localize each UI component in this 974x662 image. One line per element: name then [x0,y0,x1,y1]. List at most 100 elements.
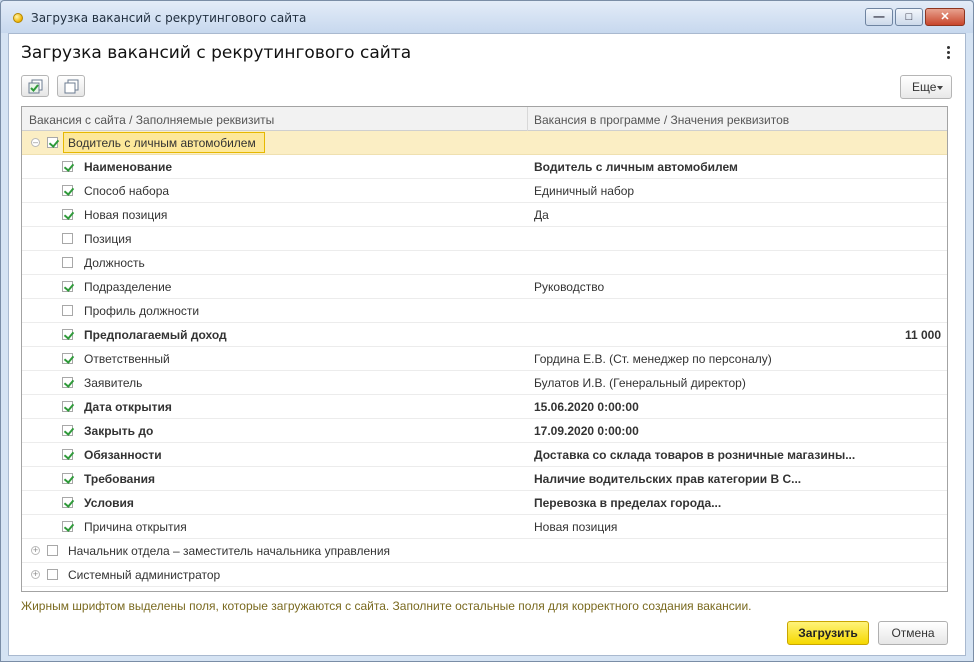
row-checkbox[interactable] [62,209,73,220]
load-button[interactable]: Загрузить [787,621,869,645]
more-actions-icon[interactable] [947,46,951,61]
row-value[interactable]: Новая позиция [534,520,617,534]
group-checkbox[interactable] [47,569,58,580]
row-label: Профиль должности [84,304,200,318]
row-label: Закрыть до [84,424,154,438]
row-value[interactable]: Доставка со склада товаров в розничные м… [534,448,855,462]
table-row[interactable]: Причина открытия Новая позиция [22,515,947,539]
table-row[interactable]: Требования Наличие водительских прав кате… [22,467,947,491]
check-all-icon [28,79,43,94]
uncheck-all-icon [64,79,79,94]
title-bar[interactable]: Загрузка вакансий с рекрутингового сайта… [1,1,973,33]
more-button-label: Еще [912,80,937,94]
chevron-down-icon [937,86,943,90]
row-value[interactable]: 17.09.2020 0:00:00 [534,424,639,438]
table-row[interactable]: Наименование Водитель с личным автомобиле… [22,155,947,179]
table-row[interactable]: Позиция [22,227,947,251]
row-value[interactable]: Руководство [534,280,604,294]
row-checkbox[interactable] [62,497,73,508]
table-row[interactable]: Способ набора Единичный набор [22,179,947,203]
table-row[interactable]: Предполагаемый доход 11 000 [22,323,947,347]
table-row-group-head[interactable]: + Начальник отдела – заместитель начальн… [22,539,947,563]
close-button[interactable]: ✕ [925,8,965,26]
row-checkbox[interactable] [62,161,73,172]
row-value[interactable]: Водитель с личным автомобилем [534,160,738,174]
row-checkbox[interactable] [62,449,73,460]
group-label: Системный администратор [68,568,221,582]
row-checkbox[interactable] [62,353,73,364]
row-value[interactable]: Наличие водительских прав категории В С.… [534,472,801,486]
table-row[interactable]: Ответственный Гордина Е.В. (Ст. менеджер … [22,347,947,371]
page-title: Загрузка вакансий с рекрутингового сайта [21,43,412,63]
group-checkbox[interactable] [47,137,58,148]
form-body: Загрузка вакансий с рекрутингового сайта… [8,33,966,656]
row-label: Должность [84,256,145,270]
expand-icon[interactable]: + [31,546,40,555]
row-label: Подразделение [84,280,172,294]
row-value[interactable]: Единичный набор [534,184,634,198]
row-checkbox[interactable] [62,329,73,340]
collapse-icon[interactable]: – [31,138,40,147]
table-row[interactable]: Должность [22,251,947,275]
minimize-button[interactable]: — [865,8,893,26]
row-label: Позиция [84,232,132,246]
row-label: Предполагаемый доход [84,328,227,342]
group-checkbox[interactable] [47,545,58,556]
row-value[interactable]: Булатов И.В. (Генеральный директор) [534,376,746,390]
row-label: Наименование [84,160,173,174]
row-checkbox[interactable] [62,233,73,244]
row-label: Ответственный [84,352,170,366]
cancel-button[interactable]: Отмена [878,621,948,645]
hint-text: Жирным шрифтом выделены поля, которые за… [21,599,752,613]
row-checkbox[interactable] [62,401,73,412]
row-checkbox[interactable] [62,521,73,532]
row-label: Требования [84,472,155,486]
row-label: Условия [84,496,134,510]
row-checkbox[interactable] [62,425,73,436]
row-label: Способ набора [84,184,170,198]
group-label: Начальник отдела – заместитель начальник… [68,544,391,558]
table-header: Вакансия с сайта / Заполняемые реквизиты… [22,107,947,131]
row-value[interactable]: Гордина Е.В. (Ст. менеджер по персоналу) [534,352,772,366]
row-value[interactable]: 15.06.2020 0:00:00 [534,400,639,414]
table-row[interactable]: Дата открытия 15.06.2020 0:00:00 [22,395,947,419]
table-row[interactable]: Профиль должности [22,299,947,323]
check-all-button[interactable] [21,75,49,97]
maximize-button[interactable]: □ [895,8,923,26]
row-value[interactable]: 11 000 [905,328,941,342]
row-label: Заявитель [84,376,143,390]
app-icon [13,13,23,23]
more-button[interactable]: Еще [900,75,952,99]
uncheck-all-button[interactable] [57,75,85,97]
vacancy-table: Вакансия с сайта / Заполняемые реквизиты… [21,106,948,592]
table-row[interactable]: Новая позиция Да [22,203,947,227]
group-label: Водитель с личным автомобилем [68,136,256,150]
row-checkbox[interactable] [62,185,73,196]
table-row[interactable]: Заявитель Булатов И.В. (Генеральный дирек… [22,371,947,395]
column-header-program[interactable]: Вакансия в программе / Значения реквизит… [534,113,789,127]
row-label: Обязанности [84,448,162,462]
dialog-window: Загрузка вакансий с рекрутингового сайта… [0,0,974,662]
row-label: Дата открытия [84,400,172,414]
table-row-group-driver[interactable]: – Водитель с личным автомобилем [22,131,947,155]
table-row[interactable]: Условия Перевозка в пределах города... [22,491,947,515]
minimize-icon: — [873,11,885,23]
row-value[interactable]: Перевозка в пределах города... [534,496,721,510]
table-row[interactable]: Обязанности Доставка со склада товаров в … [22,443,947,467]
row-value[interactable]: Да [534,208,549,222]
expand-icon[interactable]: + [31,570,40,579]
row-checkbox[interactable] [62,377,73,388]
row-checkbox[interactable] [62,305,73,316]
table-row-group-sysadmin[interactable]: + Системный администратор [22,563,947,587]
maximize-icon: □ [905,11,913,23]
row-checkbox[interactable] [62,281,73,292]
table-row[interactable]: Закрыть до 17.09.2020 0:00:00 [22,419,947,443]
row-checkbox[interactable] [62,257,73,268]
row-label: Причина открытия [84,520,187,534]
window-title: Загрузка вакансий с рекрутингового сайта [31,11,307,25]
table-row[interactable]: Подразделение Руководство [22,275,947,299]
column-header-site[interactable]: Вакансия с сайта / Заполняемые реквизиты [29,113,274,127]
row-label: Новая позиция [84,208,168,222]
window-controls: — □ ✕ [865,8,965,26]
row-checkbox[interactable] [62,473,73,484]
